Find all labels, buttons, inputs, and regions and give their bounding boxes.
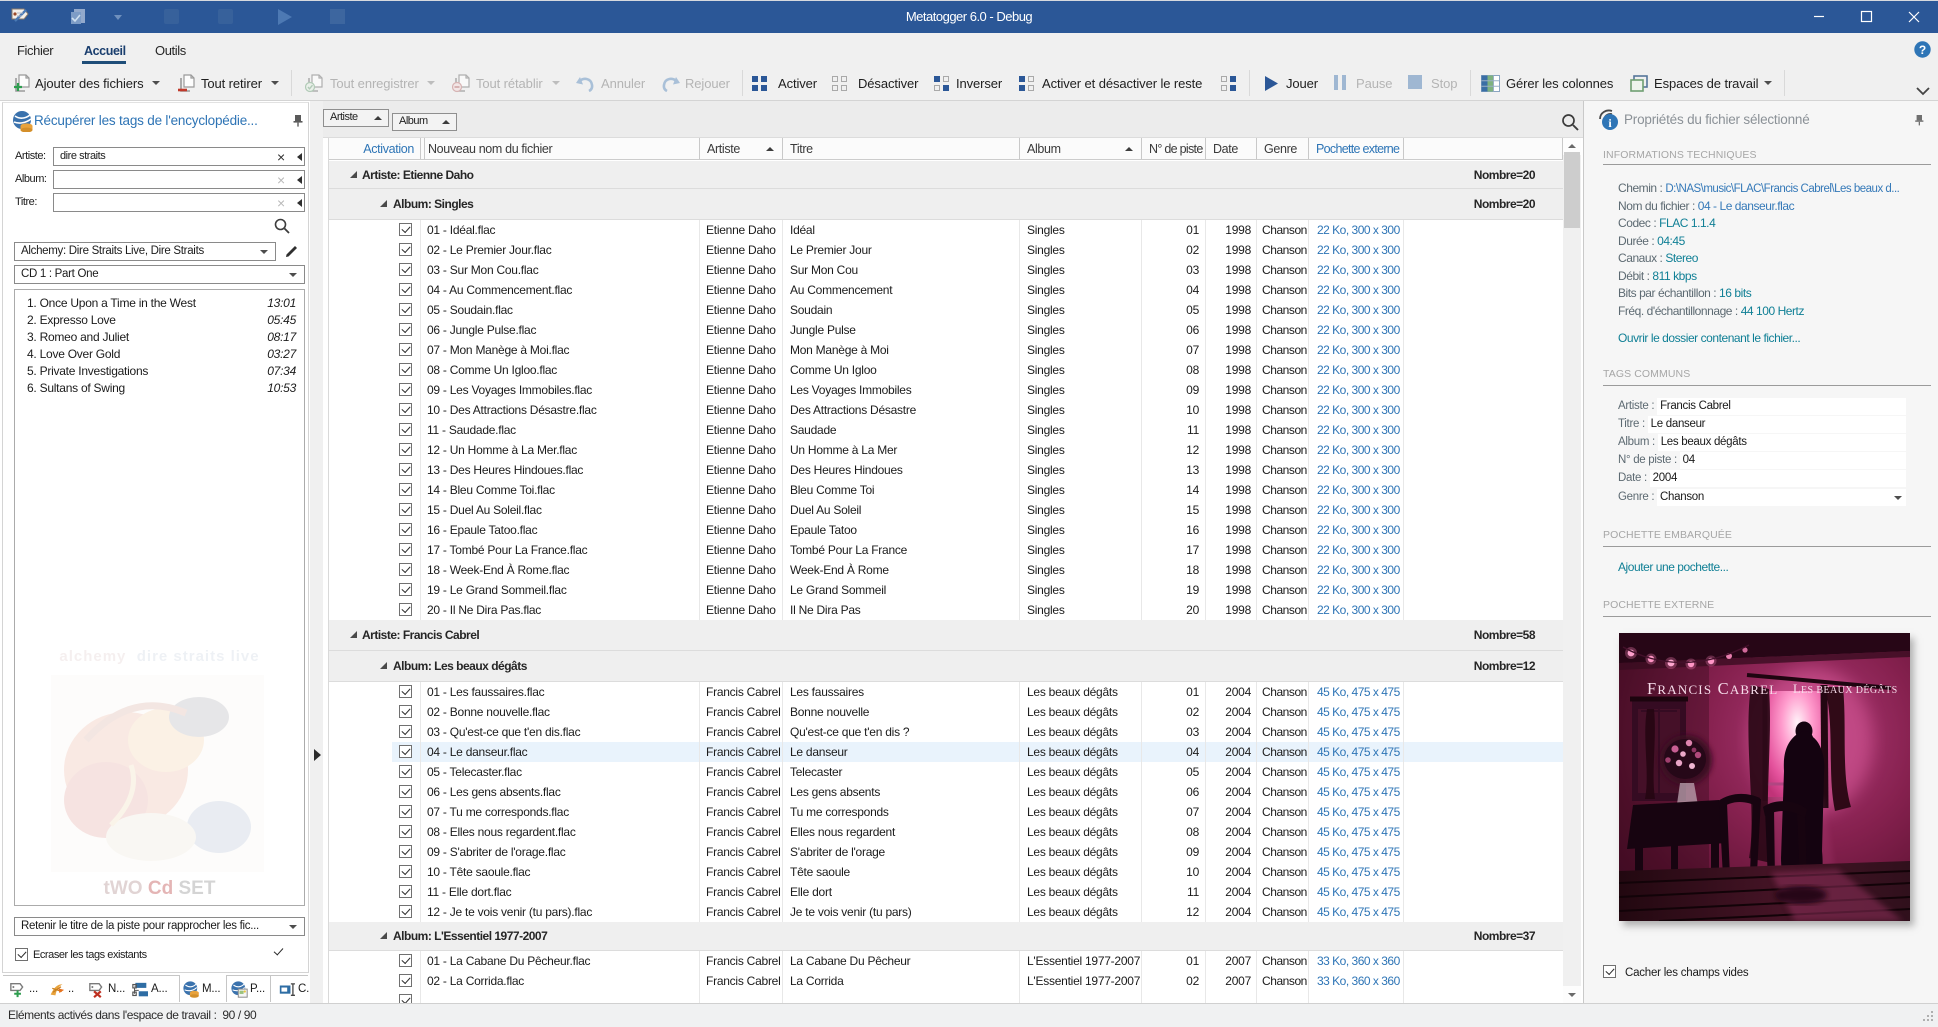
svg-text:?: ?	[1919, 43, 1926, 57]
svg-text:FRANCIS CABREL: FRANCIS CABREL	[1647, 679, 1778, 698]
svg-text:LES BEAUX DÉGÂTS: LES BEAUX DÉGÂTS	[1793, 682, 1898, 696]
